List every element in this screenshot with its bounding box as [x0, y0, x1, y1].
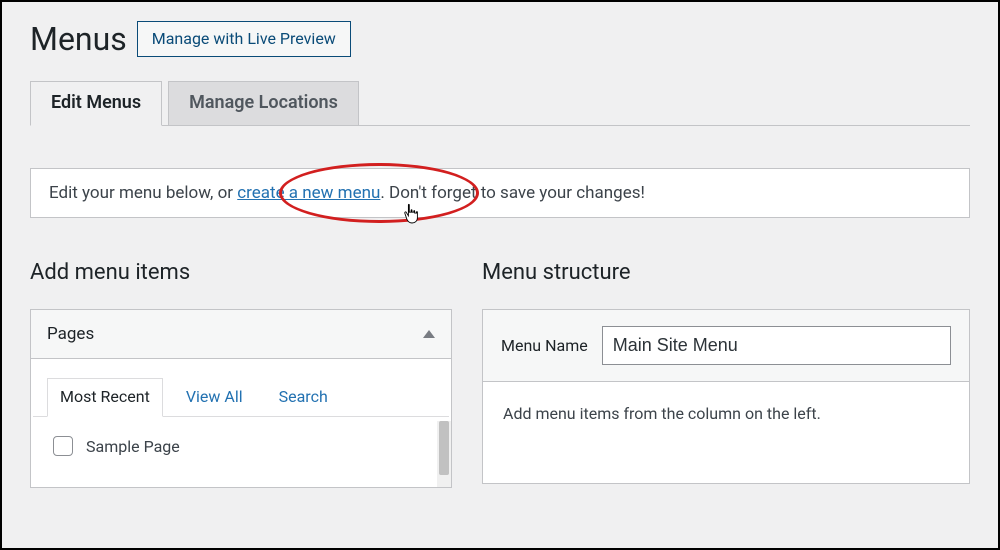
pointer-cursor-icon: [403, 203, 421, 225]
page-title: Menus: [30, 20, 127, 58]
create-new-menu-link[interactable]: create a new menu: [237, 183, 380, 203]
subtab-most-recent[interactable]: Most Recent: [47, 378, 163, 417]
page-checkbox[interactable]: [53, 436, 73, 456]
edit-menu-notice: Edit your menu below, or create a new me…: [30, 168, 970, 218]
list-item: Sample Page: [49, 433, 433, 459]
menu-structure-heading: Menu structure: [482, 260, 970, 285]
notice-suffix: . Don't forget to save your changes!: [380, 183, 645, 203]
subtab-search[interactable]: Search: [266, 378, 341, 417]
scrollbar-track[interactable]: [437, 421, 451, 487]
pages-metabox-toggle[interactable]: Pages: [31, 310, 451, 359]
menu-name-input[interactable]: [602, 326, 951, 365]
nav-tabs: Edit Menus Manage Locations: [30, 80, 970, 126]
pages-metabox: Pages Most Recent View All Search Sample…: [30, 309, 452, 488]
menu-structure-hint: Add menu items from the column on the le…: [503, 404, 821, 423]
page-item-label[interactable]: Sample Page: [86, 437, 180, 456]
tab-manage-locations[interactable]: Manage Locations: [168, 81, 359, 126]
menu-structure-box: Menu Name Add menu items from the column…: [482, 309, 970, 484]
pages-metabox-title: Pages: [47, 324, 94, 344]
tab-edit-menus[interactable]: Edit Menus: [30, 81, 162, 126]
pages-subtabs: Most Recent View All Search: [33, 359, 449, 417]
scrollbar-thumb[interactable]: [439, 421, 449, 475]
subtab-view-all[interactable]: View All: [173, 378, 256, 417]
manage-live-preview-button[interactable]: Manage with Live Preview: [137, 21, 351, 57]
menu-name-label: Menu Name: [501, 336, 588, 355]
notice-prefix: Edit your menu below, or: [49, 183, 237, 203]
caret-up-icon: [423, 330, 435, 338]
add-menu-items-heading: Add menu items: [30, 260, 452, 285]
